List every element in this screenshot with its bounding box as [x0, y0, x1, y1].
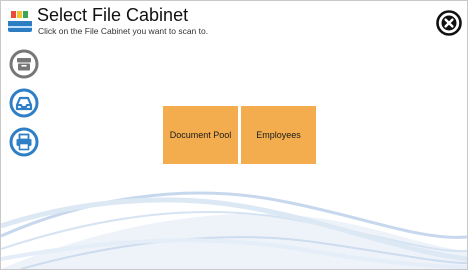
scan-screen: Select File Cabinet Click on the File Ca… — [0, 0, 468, 270]
archive-button[interactable] — [9, 49, 39, 79]
close-button[interactable] — [436, 10, 462, 36]
close-circle-icon — [436, 10, 462, 36]
app-logo-icon — [8, 8, 32, 32]
inbox-tray-icon — [9, 88, 39, 118]
cabinet-employees[interactable]: Employees — [241, 106, 316, 164]
cabinet-document-pool[interactable]: Document Pool — [163, 106, 238, 164]
page-title: Select File Cabinet — [37, 5, 189, 25]
printer-icon — [9, 127, 39, 157]
print-button[interactable] — [9, 127, 39, 157]
archive-box-icon — [9, 49, 39, 79]
inbox-button[interactable] — [9, 88, 39, 118]
page-subtitle: Click on the File Cabinet you want to sc… — [38, 26, 209, 36]
